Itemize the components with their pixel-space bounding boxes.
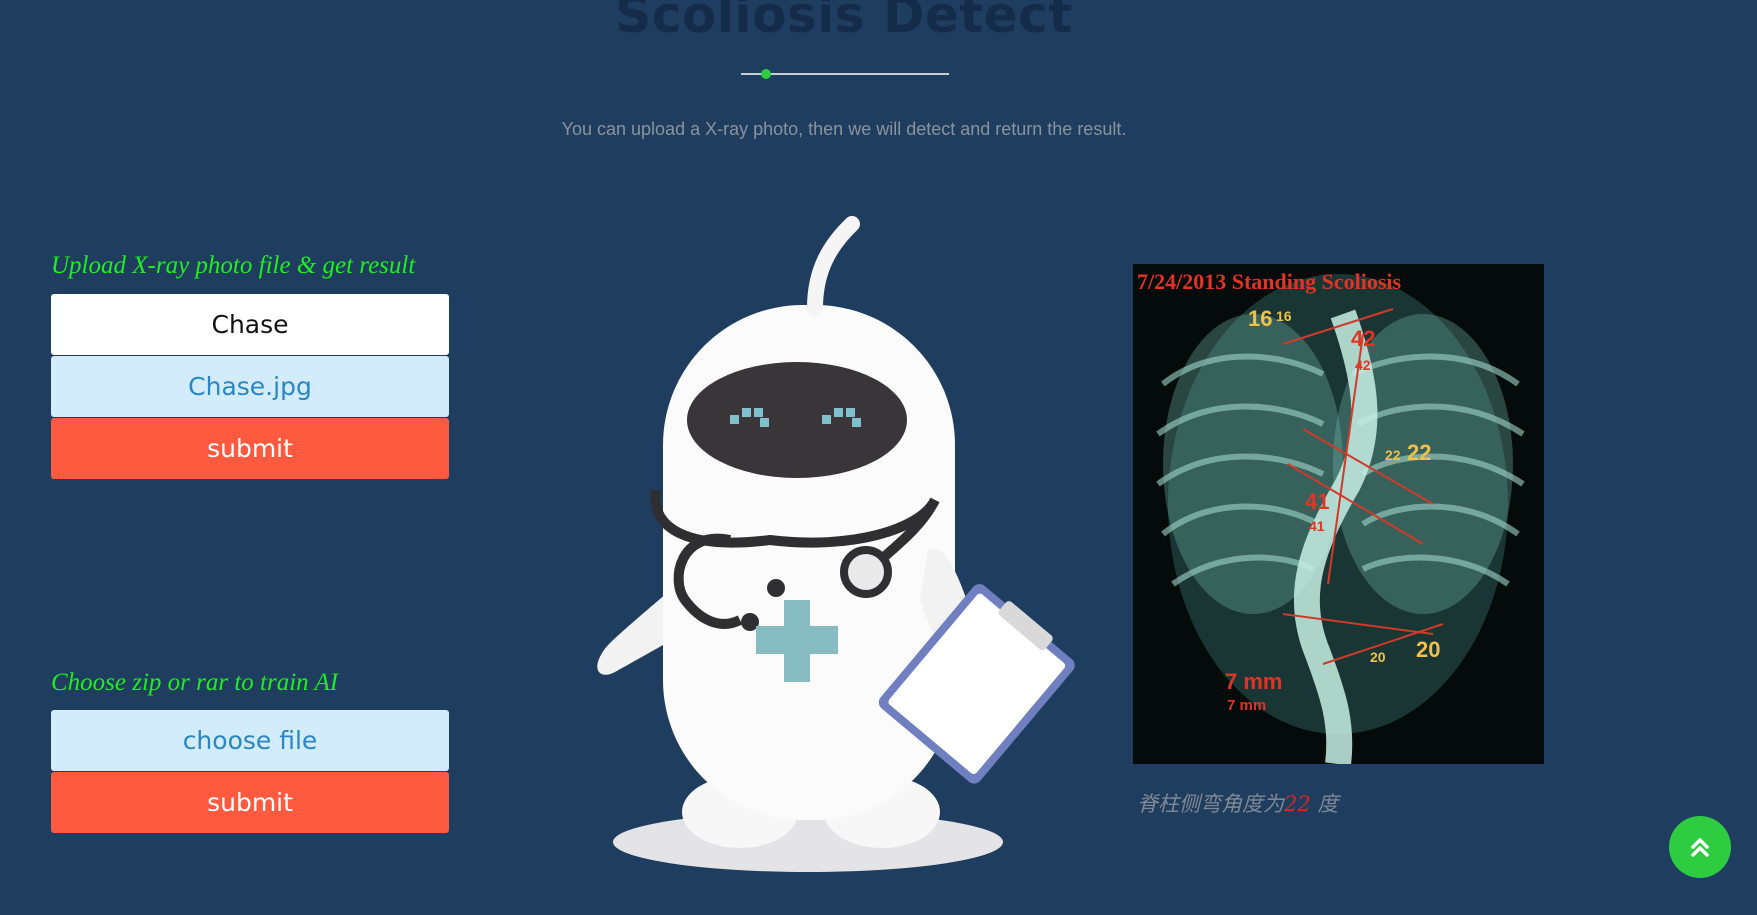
- caption-prefix: 脊柱侧弯角度为: [1137, 792, 1284, 816]
- xray-label: 42: [1355, 357, 1371, 373]
- caption-suffix: 度: [1310, 792, 1339, 816]
- xray-result-image: 7/24/2013 Standing Scoliosis 16 16 42 42…: [1133, 264, 1544, 764]
- xray-label: 41: [1309, 518, 1325, 534]
- xray-label: 7 mm: [1225, 669, 1282, 694]
- xray-label: 41: [1305, 489, 1329, 514]
- name-button[interactable]: Chase: [51, 294, 449, 355]
- train-submit-button[interactable]: submit: [51, 772, 449, 833]
- xray-label: 22: [1407, 440, 1431, 465]
- angle-value: 22: [1284, 792, 1311, 816]
- xray-label: 22: [1385, 447, 1401, 463]
- xray-banner: 7/24/2013 Standing Scoliosis: [1137, 269, 1402, 294]
- xray-label: 42: [1351, 326, 1375, 351]
- xray-label: 20: [1416, 637, 1440, 662]
- choose-file-button[interactable]: choose file: [51, 710, 449, 771]
- page-title: Scoliosis Detect: [615, 0, 1073, 44]
- divider-dot: [761, 69, 771, 79]
- upload-section-label: Upload X-ray photo file & get result: [51, 252, 416, 279]
- xray-label: 7 mm: [1227, 697, 1266, 714]
- file-chooser-button[interactable]: Chase.jpg: [51, 356, 449, 417]
- xray-label: 20: [1370, 649, 1386, 665]
- scroll-to-top-button[interactable]: [1669, 816, 1731, 878]
- title-divider: [741, 73, 949, 75]
- train-section-label: Choose zip or rar to train AI: [51, 669, 339, 696]
- xray-label: 16: [1248, 306, 1272, 331]
- double-chevron-up-icon: [1691, 838, 1709, 857]
- upload-submit-button[interactable]: submit: [51, 418, 449, 479]
- page-subtitle: You can upload a X-ray photo, then we wi…: [561, 119, 1127, 139]
- doctor-robot-illustration: [597, 216, 1075, 872]
- xray-label: 16: [1276, 308, 1292, 324]
- result-caption: 脊柱侧弯角度为22 度: [1137, 788, 1338, 818]
